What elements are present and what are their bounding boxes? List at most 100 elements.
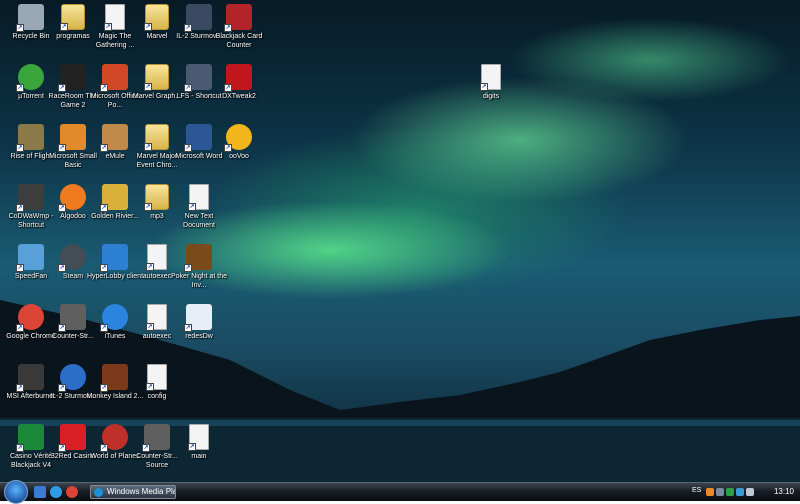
word-icon: ↗ [184,124,212,152]
desktop-icon-label: Poker Night at the Inv... [170,273,228,289]
desktop-icon-label: DXTweak2 [222,93,256,100]
desktop-icon[interactable]: ↗ digits [462,62,520,122]
shortcut-arrow-icon: ↗ [16,84,24,92]
shortcut-arrow-icon: ↗ [16,264,24,272]
show-desktop-icon[interactable] [34,486,46,498]
desktop-icon[interactable]: ↗ redesDw [170,302,228,362]
desktop-icon[interactable]: ↗ Poker Night at the Inv... [170,242,228,302]
steam-icon: ↗ [58,244,86,272]
shortcut-arrow-icon: ↗ [60,23,68,31]
shortcut-arrow-icon: ↗ [58,324,66,332]
desktop-background: ↗ Recycle Bin ↗ programas ↗ Magic The Gatheri… [0,0,800,482]
shortcut-arrow-icon: ↗ [16,24,24,32]
desktop-icon-label: ooVoo [229,153,249,160]
shortcut-arrow-icon: ↗ [146,263,154,271]
desktop-icon[interactable]: ↗ Blackjack Card Counter [210,2,268,62]
shortcut-arrow-icon: ↗ [16,444,24,452]
desktop-icon[interactable]: ↗ ooVoo [210,122,268,182]
document-icon: ↗ [188,184,209,211]
desktop-icon-label: New Text Document [183,213,215,229]
shortcut-arrow-icon: ↗ [144,203,152,211]
shortcut-arrow-icon: ↗ [100,84,108,92]
shortcut-arrow-icon: ↗ [224,24,232,32]
shortcut-arrow-icon: ↗ [58,264,66,272]
shortcut-arrow-icon: ↗ [184,324,192,332]
taskbar-button-label: Windows Media Pla... [107,487,175,496]
utorrent-icon: ↗ [16,64,44,92]
shortcut-arrow-icon: ↗ [480,83,488,91]
clock[interactable]: 13:10 [774,487,794,496]
shortcut-arrow-icon: ↗ [146,323,154,331]
hyperlobby-icon: ↗ [100,244,128,272]
shortcut-arrow-icon: ↗ [142,444,150,452]
document-icon: ↗ [104,4,125,31]
tray-speaker-icon[interactable] [746,488,754,496]
shortcut-arrow-icon: ↗ [100,264,108,272]
desktop-icon-label: Blackjack Card Counter [215,33,263,49]
system-tray: ES 13:10 [680,483,800,501]
casino-icon: ↗ [16,424,44,452]
speedfan-icon: ↗ [16,244,44,272]
desktop-icon[interactable]: ↗ main [170,422,228,482]
shortcut-arrow-icon: ↗ [16,144,24,152]
cod-icon: ↗ [16,184,44,212]
tray-orange-icon[interactable] [706,488,714,496]
raceroom-icon: ↗ [58,64,86,92]
chrome-quicklaunch-icon[interactable] [66,486,78,498]
taskbar: Windows Media Pla... ES 13:10 [0,480,800,504]
language-indicator[interactable]: ES [692,487,701,494]
golden-riviera-icon: ↗ [100,184,128,212]
recycle-bin-icon: ↗ [16,4,44,32]
itunes-icon: ↗ [100,304,128,332]
blackjack-icon: ↗ [224,4,252,32]
tray-security-icon[interactable] [726,488,734,496]
shortcut-arrow-icon: ↗ [144,143,152,151]
desktop-icon-label: redesDw [185,333,213,340]
tray-app-icon[interactable] [736,488,744,496]
shortcut-arrow-icon: ↗ [16,384,24,392]
shortcut-arrow-icon: ↗ [58,204,66,212]
document-icon: ↗ [480,64,501,91]
shortcut-arrow-icon: ↗ [104,23,112,31]
chrome-icon: ↗ [16,304,44,332]
config-file-icon: ↗ [146,364,167,391]
world-of-planes-icon: ↗ [100,424,128,452]
shortcut-arrow-icon: ↗ [144,23,152,31]
32red-icon: ↗ [58,424,86,452]
afterburner-icon: ↗ [16,364,44,392]
shortcut-arrow-icon: ↗ [100,324,108,332]
counter-strike-icon: ↗ [58,304,86,332]
shortcut-arrow-icon: ↗ [144,83,152,91]
shortcut-arrow-icon: ↗ [184,264,192,272]
oovoo-icon: ↗ [224,124,252,152]
desktop-icon[interactable]: ↗ New Text Document [170,182,228,242]
shortcut-arrow-icon: ↗ [100,144,108,152]
ie-icon[interactable] [50,486,62,498]
config-file-icon: ↗ [146,304,167,331]
windows-media-player-icon [94,488,103,497]
folder-icon: ↗ [144,4,169,31]
shortcut-arrow-icon: ↗ [224,84,232,92]
desktop-icon-label: config [147,393,167,400]
config-file-icon: ↗ [146,244,167,271]
shortcut-arrow-icon: ↗ [146,383,154,391]
start-button[interactable] [4,480,28,504]
shortcut-arrow-icon: ↗ [188,203,196,211]
desktop-icon[interactable]: ↗ config [128,362,186,422]
shortcut-arrow-icon: ↗ [100,384,108,392]
algodoo-icon: ↗ [58,184,86,212]
monkey-island-icon: ↗ [100,364,128,392]
desktop-icon-label: main [191,453,207,460]
desktop-icon-label: digits [482,93,500,100]
shortcut-arrow-icon: ↗ [224,144,232,152]
tray-network-icon[interactable] [716,488,724,496]
desktop-icon[interactable]: ↗ DXTweak2 [210,62,268,122]
rise-of-flight-icon: ↗ [16,124,44,152]
powerpoint-icon: ↗ [100,64,128,92]
il2-icon: ↗ [58,364,86,392]
taskbar-button-windows-media-player[interactable]: Windows Media Pla... [90,485,176,499]
folder-icon: ↗ [144,184,169,211]
shortcut-arrow-icon: ↗ [58,84,66,92]
shortcut-arrow-icon: ↗ [58,144,66,152]
document-icon: ↗ [188,424,209,451]
